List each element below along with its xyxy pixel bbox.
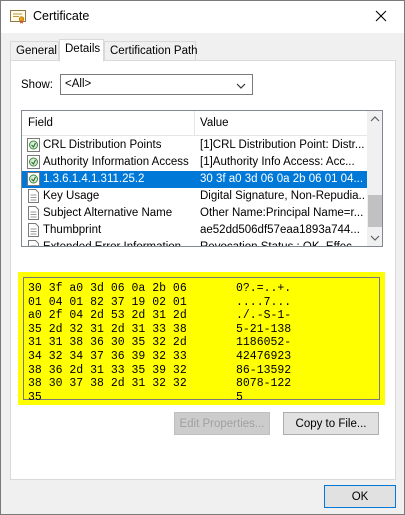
hex-ascii: 8078-122: [236, 377, 292, 391]
field-row[interactable]: Extended Error Information Revocation Sta…: [22, 239, 367, 247]
certificate-dialog: Certificate General Details Certificatio…: [0, 0, 405, 515]
certificate-extension-icon: [27, 138, 40, 152]
field-row[interactable]: Thumbprint ae52dd506df57eaa1893a744...: [22, 222, 367, 239]
hex-ascii: 5-21-138: [236, 322, 292, 336]
tab-details[interactable]: Details: [59, 39, 104, 62]
hex-bytes: 35 2d 32 31 2d 31 33 38: [28, 322, 187, 336]
certificate-icon: [10, 10, 26, 24]
field-name: CRL Distribution Points: [43, 139, 162, 151]
scroll-down-button[interactable]: [367, 229, 382, 246]
hex-bytes: 38 36 2d 31 33 35 39 32: [28, 363, 187, 377]
hex-ascii: 5: [236, 390, 243, 404]
field-value: 30 3f a0 3d 06 0a 2b 06 01 04...: [200, 173, 364, 185]
hex-value-highlight: 30 3f a0 3d 06 0a 2b 06 0?.=..+. 01 04 01 …: [18, 272, 385, 405]
copy-to-file-button[interactable]: Copy to File...: [283, 412, 379, 435]
hex-ascii: 0?.=..+.: [236, 282, 292, 295]
hex-bytes: a0 2f 04 2d 53 2d 31 2d: [28, 309, 187, 323]
close-icon: [375, 10, 387, 25]
scroll-up-button[interactable]: [367, 111, 382, 128]
column-header-field[interactable]: Field: [28, 117, 53, 129]
chevron-down-icon: [236, 81, 246, 93]
certificate-extension-icon: [27, 172, 40, 186]
tab-strip: General Details Certification Path: [10, 39, 395, 62]
hex-bytes: 34 32 34 37 36 39 32 33: [28, 350, 187, 363]
hex-bytes: 30 3f a0 3d 06 0a 2b 06: [28, 282, 187, 295]
column-divider[interactable]: [194, 111, 195, 136]
document-icon: [27, 189, 40, 203]
edit-properties-button: Edit Properties...: [174, 412, 270, 435]
field-list[interactable]: Field Value CRL Distribution Points [1]CR…: [21, 110, 383, 247]
hex-ascii: 86-13592: [236, 363, 292, 377]
hex-bytes: 35: [28, 390, 42, 404]
ok-button[interactable]: OK: [324, 485, 396, 508]
column-header-value[interactable]: Value: [200, 117, 229, 129]
field-row[interactable]: Authority Information Access [1]Authority…: [22, 154, 367, 171]
field-value: Digital Signature, Non-Repudia...: [200, 190, 365, 202]
field-name: Key Usage: [43, 190, 100, 202]
field-value: Revocation Status : OK. Effec...: [200, 241, 362, 247]
show-dropdown-value: <All>: [65, 78, 92, 90]
field-value: [1]CRL Distribution Point: Distr...: [200, 139, 365, 151]
field-value: [1]Authority Info Access: Acc...: [200, 156, 355, 168]
field-name: Extended Error Information: [43, 241, 182, 247]
hex-ascii: ....7...: [236, 295, 292, 309]
hex-ascii: ./.-S-1-: [236, 309, 292, 323]
field-list-scrollbar[interactable]: [367, 111, 382, 246]
field-row[interactable]: 1.3.6.1.4.1.311.25.2 30 3f a0 3d 06 0a 2b…: [22, 171, 367, 188]
field-name: 1.3.6.1.4.1.311.25.2: [43, 173, 145, 185]
field-row[interactable]: Key Usage Digital Signature, Non-Repudia.…: [22, 188, 367, 205]
field-list-header: Field Value: [22, 111, 367, 136]
tab-certification-path[interactable]: Certification Path: [104, 41, 198, 61]
certificate-extension-icon: [27, 155, 40, 169]
show-label: Show:: [21, 79, 53, 91]
field-row[interactable]: CRL Distribution Points [1]CRL Distributi…: [22, 137, 367, 154]
document-icon: [27, 223, 40, 237]
hex-bytes: 01 04 01 82 37 19 02 01: [28, 295, 187, 309]
field-row[interactable]: Subject Alternative Name Other Name:Princ…: [22, 205, 367, 222]
window-title: Certificate: [33, 9, 90, 23]
field-name: Authority Information Access: [43, 156, 189, 168]
field-name: Subject Alternative Name: [43, 207, 173, 219]
close-button[interactable]: [358, 1, 404, 33]
field-name: Thumbprint: [43, 224, 102, 236]
chevron-down-icon: [370, 235, 380, 241]
details-panel: Show: <All> Field Value CRL Distribution…: [10, 60, 396, 480]
title-bar: Certificate: [1, 1, 404, 33]
document-icon: [27, 206, 40, 220]
tab-general[interactable]: General: [10, 41, 59, 61]
chevron-up-icon: [370, 116, 380, 122]
hex-ascii: 42476923: [236, 350, 292, 363]
document-icon: [27, 240, 40, 246]
field-value: Other Name:Principal Name=r...: [200, 207, 364, 219]
show-dropdown[interactable]: <All>: [60, 74, 253, 95]
scroll-thumb[interactable]: [368, 195, 382, 227]
hex-value-view[interactable]: 30 3f a0 3d 06 0a 2b 06 0?.=..+. 01 04 01 …: [23, 277, 380, 404]
field-rows: CRL Distribution Points [1]CRL Distributi…: [22, 137, 367, 247]
hex-bytes: 38 30 37 38 2d 31 32 32: [28, 377, 187, 391]
hex-ascii: 1186052-: [236, 336, 292, 350]
field-value: ae52dd506df57eaa1893a744...: [200, 224, 360, 236]
hex-bytes: 31 31 38 36 30 35 32 2d: [28, 336, 187, 350]
